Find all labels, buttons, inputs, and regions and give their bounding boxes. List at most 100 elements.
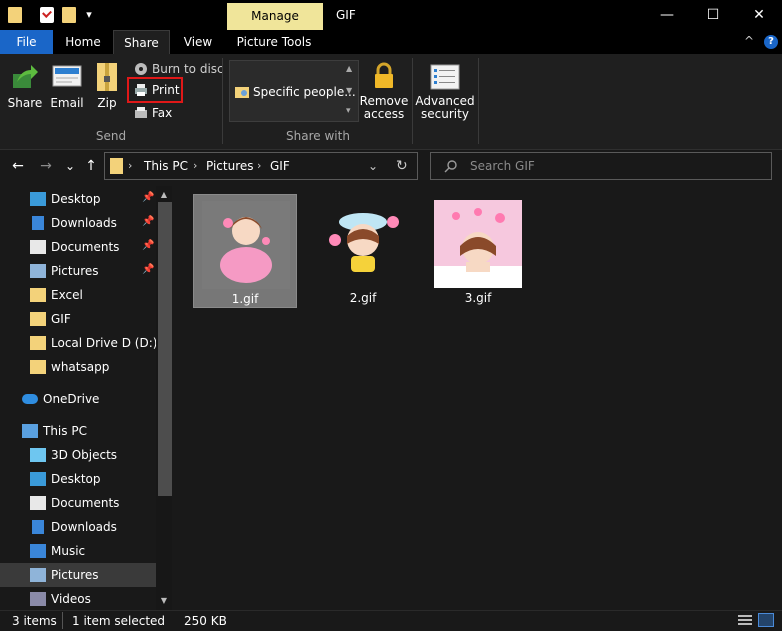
scroll-down-icon[interactable]: ▼ (156, 594, 172, 608)
sidebar-item-label: whatsapp (51, 360, 110, 374)
sidebar-item[interactable]: Downloads 📌 (0, 211, 156, 235)
sidebar-item[interactable]: Local Drive D (D:) (0, 331, 157, 355)
sidebar-item[interactable]: Documents (0, 491, 156, 515)
pictures-icon (30, 264, 46, 278)
sidebar-item-label: Documents (51, 496, 120, 510)
crumb-separator-icon[interactable]: › (193, 158, 197, 174)
zip-icon (97, 63, 117, 91)
sidebar-item[interactable]: Pictures 📌 (0, 259, 156, 283)
desktop-icon (30, 472, 46, 486)
sidebar-item[interactable]: Excel (0, 283, 156, 307)
refresh-icon[interactable]: ↻ (396, 158, 408, 174)
search-icon (444, 160, 457, 173)
large-icons-view-icon[interactable] (758, 613, 774, 627)
sidebar-item[interactable]: 3D Objects (0, 443, 156, 467)
tab-manage[interactable]: Manage (227, 3, 323, 30)
sidebar-scroll-thumb[interactable] (158, 202, 172, 496)
up-button[interactable]: ↑ (81, 157, 101, 175)
zip-button[interactable]: Zip (92, 60, 122, 112)
thumbnail-3 (434, 200, 522, 288)
file-item[interactable]: 1.gif (193, 194, 297, 308)
breadcrumb-this-pc[interactable]: This PC (144, 158, 188, 174)
selection-count: 1 item selected (72, 614, 166, 628)
remove-access-button[interactable]: Remove access (360, 60, 408, 124)
sidebar-item-label: Excel (51, 288, 83, 302)
advanced-security-label-2: security (421, 107, 469, 121)
sidebar-item[interactable]: Music (0, 539, 156, 563)
disc-icon (135, 63, 147, 75)
collapse-ribbon-button[interactable]: ^ (744, 34, 754, 48)
tab-home[interactable]: Home (53, 30, 113, 54)
pin-icon: 📌 (142, 192, 155, 203)
recent-locations-button[interactable]: ⌄ (60, 157, 80, 175)
file-item[interactable]: 3.gif (426, 194, 530, 308)
sidebar-item[interactable]: This PC (0, 419, 156, 443)
sidebar-item[interactable]: whatsapp (0, 355, 156, 379)
thumbnail-1 (202, 201, 290, 289)
documents-icon (30, 240, 46, 254)
lock-icon (375, 62, 393, 88)
sidebar-item-label: Downloads (51, 216, 117, 230)
new-folder-icon[interactable] (62, 7, 76, 23)
sidebar-item[interactable]: OneDrive (0, 387, 156, 411)
ribbon-separator (478, 58, 479, 144)
cloud-icon (22, 394, 38, 404)
sidebar-item[interactable]: Pictures (0, 563, 156, 587)
specific-people-item[interactable]: Specific people... (234, 83, 356, 101)
sidebar-item-label: Pictures (51, 568, 99, 582)
properties-icon[interactable] (40, 7, 54, 23)
tab-share[interactable]: Share (113, 30, 170, 54)
gallery-scroll-down-icon[interactable]: ▼ (346, 86, 352, 95)
sidebar-item-label: Downloads (51, 520, 117, 534)
ribbon-separator (412, 58, 413, 144)
forward-button[interactable]: → (36, 157, 56, 175)
tab-view[interactable]: View (170, 30, 226, 54)
close-button[interactable]: ✕ (736, 0, 782, 30)
music-icon (30, 544, 46, 558)
share-button[interactable]: Share (6, 60, 44, 112)
tab-picture-tools[interactable]: Picture Tools (228, 30, 320, 54)
quick-access-dropdown-icon[interactable]: ▾ (84, 8, 94, 22)
print-button[interactable]: Print (127, 77, 183, 103)
details-view-icon[interactable] (738, 614, 752, 626)
remove-access-label-2: access (363, 107, 405, 121)
breadcrumb-pictures[interactable]: Pictures (206, 158, 254, 174)
email-button[interactable]: Email (48, 60, 86, 112)
sidebar-item[interactable]: Documents 📌 (0, 235, 156, 259)
file-name: 3.gif (464, 291, 492, 305)
folder-icon (30, 312, 46, 326)
crumb-separator-icon[interactable]: › (257, 158, 261, 174)
sidebar-item[interactable]: Desktop 📌 (0, 187, 156, 211)
breadcrumb-gif[interactable]: GIF (270, 158, 290, 174)
gallery-scroll-up-icon[interactable]: ▲ (346, 64, 352, 73)
sidebar-item-label: OneDrive (43, 392, 100, 406)
printer-icon (135, 84, 147, 96)
help-button[interactable]: ? (764, 35, 778, 49)
gallery-expand-icon[interactable]: ▾ (346, 106, 351, 116)
sidebar-item[interactable]: GIF (0, 307, 156, 331)
file-item[interactable]: 2.gif (311, 194, 415, 308)
advanced-security-button[interactable]: Advanced security (415, 60, 475, 124)
crumb-separator-icon[interactable]: › (128, 158, 132, 174)
cube-icon (30, 448, 46, 462)
sidebar-item[interactable]: Videos (0, 587, 156, 611)
item-count: 3 items (12, 614, 57, 628)
address-dropdown-icon[interactable]: ⌄ (368, 158, 378, 174)
tab-file[interactable]: File (0, 30, 53, 54)
sidebar-item-label: Documents (51, 240, 120, 254)
fax-label: Fax (152, 106, 173, 120)
folder-icon[interactable] (8, 7, 22, 23)
sidebar-item[interactable]: Downloads (0, 515, 156, 539)
back-button[interactable]: ← (8, 157, 28, 175)
minimize-button[interactable]: — (644, 0, 690, 30)
file-name: 2.gif (349, 291, 377, 305)
send-group-label: Send (95, 129, 127, 143)
email-label: Email (50, 96, 84, 110)
pictures-icon (30, 568, 46, 582)
maximize-button[interactable]: ☐ (690, 0, 736, 30)
burn-to-disc-button[interactable]: Burn to disc (134, 61, 224, 77)
sidebar-item[interactable]: Desktop (0, 467, 156, 491)
fax-button[interactable]: Fax (134, 105, 184, 121)
share-icon (13, 65, 38, 88)
scroll-up-icon[interactable]: ▲ (156, 188, 172, 202)
